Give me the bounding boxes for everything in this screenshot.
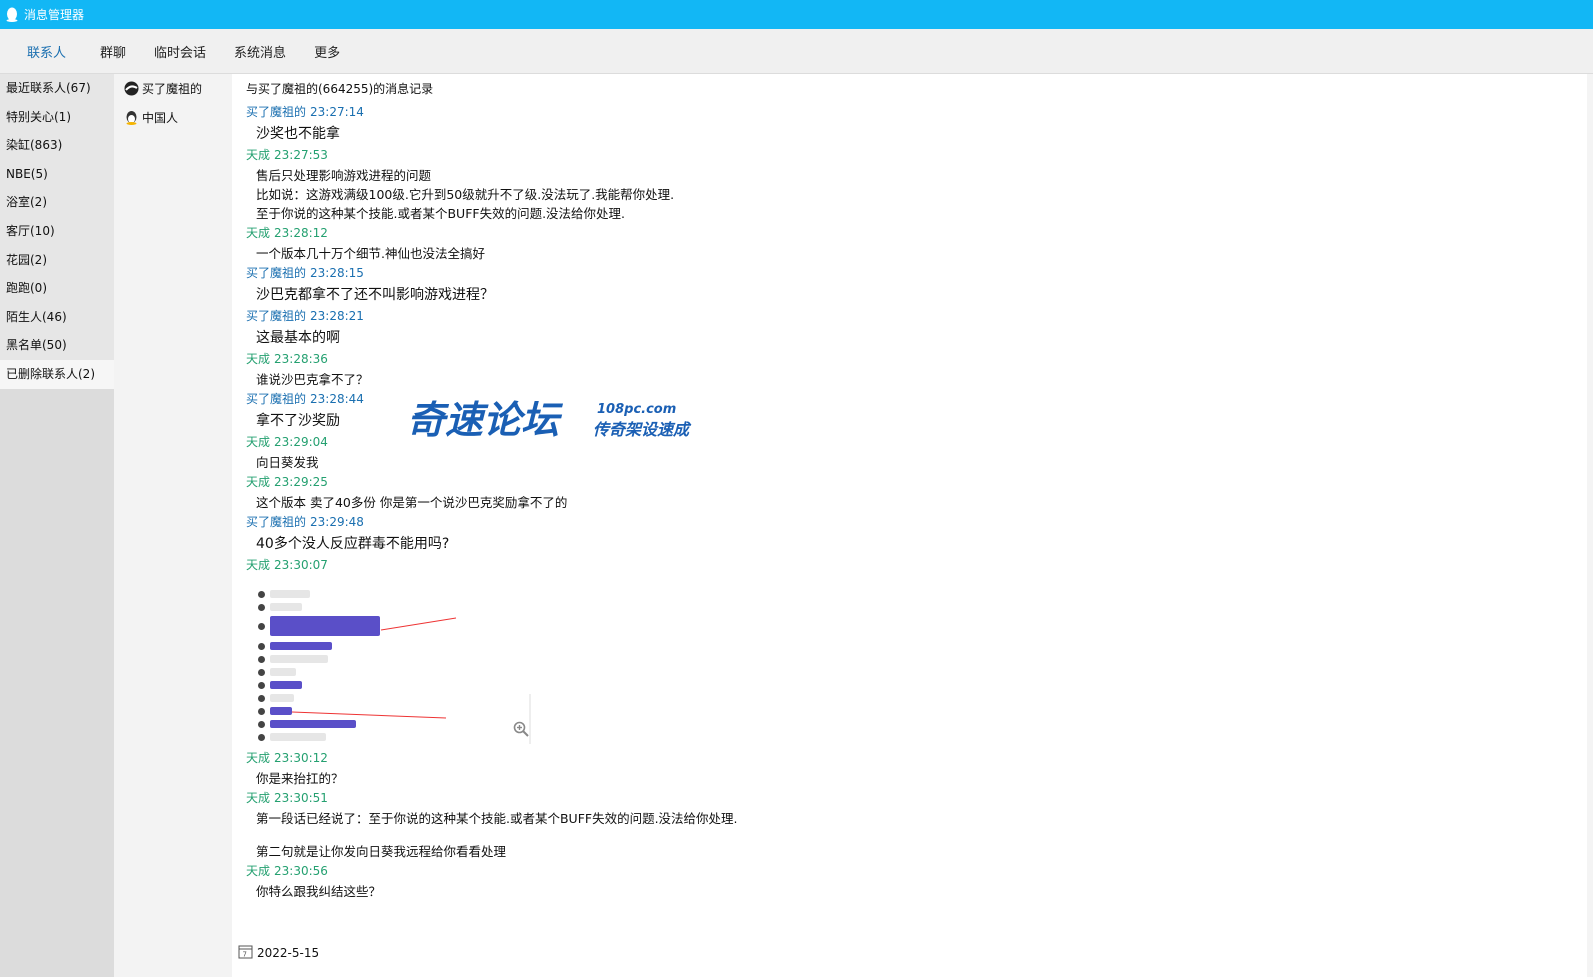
sidebar-group-item[interactable]: 陌生人(46) <box>0 302 114 332</box>
message-sender-line: 天成 23:29:25 <box>246 472 1566 493</box>
tab-0[interactable]: 联系人 <box>25 42 68 61</box>
message-text: 至于你说的这种某个技能.或者某个BUFF失效的问题.没法给你处理. <box>256 206 626 221</box>
tab-1[interactable]: 群聊 <box>98 42 128 61</box>
message-text: 第二句就是让你发向日葵我远程给你看看处理 <box>256 844 507 859</box>
message-sender-line: 买了魔祖的 23:28:21 <box>246 306 1566 327</box>
tab-bar: 联系人 群聊 临时会话 系统消息 更多 <box>0 29 1593 74</box>
svg-text:7: 7 <box>243 951 247 959</box>
window-title: 消息管理器 <box>24 8 85 22</box>
tab-4[interactable]: 更多 <box>312 42 342 61</box>
watermark-brand: 奇速论坛 <box>407 398 564 442</box>
message-time: 23:28:36 <box>274 352 328 366</box>
red-annotation-lines <box>291 617 531 744</box>
date-bar[interactable]: 7 2022-5-15 <box>238 944 319 962</box>
message-time: 23:29:48 <box>310 515 364 529</box>
tab-2[interactable]: 临时会话 <box>152 42 208 61</box>
sidebar-group-item[interactable]: 客厅(10) <box>0 216 114 246</box>
sidebar-group-item[interactable]: 浴室(2) <box>0 188 114 217</box>
sidebar-group-item[interactable]: NBE(5) <box>0 159 114 189</box>
avatar-icon <box>124 110 139 125</box>
message-time: 23:30:12 <box>274 751 328 765</box>
sender-name: 天成 <box>246 435 271 449</box>
clipped-previous-line <box>246 94 1566 102</box>
sender-name: 天成 <box>246 864 271 878</box>
message-text: 一个版本几十万个细节.神仙也没法全搞好 <box>256 246 485 261</box>
message-panel: 与买了魔祖的(664255)的消息记录 买了魔祖的 23:27:14 沙奖也不能拿天… <box>232 74 1593 977</box>
message-text: 你特么跟我纠结这些？ <box>256 884 382 899</box>
contact-item[interactable]: 中国人 <box>114 103 232 132</box>
sidebar-group-item[interactable]: 染缸(863) <box>0 131 114 160</box>
message-text: 这个版本 卖了40多份 你是第一个说沙巴克奖励拿不了的 <box>256 495 568 510</box>
sidebar-group-item[interactable]: 最近联系人(67) <box>0 74 114 103</box>
message-list[interactable]: 买了魔祖的 23:27:14 沙奖也不能拿 天成 23:27:53 售后只处理影响游戏进程… <box>246 94 1566 939</box>
message-sender-line: 天成 23:28:12 <box>246 223 1566 244</box>
calendar-icon[interactable]: 7 <box>238 944 253 962</box>
group-sidebar: 最近联系人(67) 特别关心(1) 染缸(863) NBE(5) 浴室(2) 客厅(10)… <box>0 74 114 977</box>
watermark-domain: 108pc.com <box>597 402 676 417</box>
vertical-scrollbar[interactable] <box>1587 74 1593 977</box>
sidebar-group-item[interactable]: 跑跑(0) <box>0 274 114 303</box>
message-text: 沙奖也不能拿 <box>256 126 340 142</box>
message-time: 23:29:04 <box>274 435 328 449</box>
message-time: 23:29:25 <box>274 475 328 489</box>
message-time: 23:28:15 <box>310 266 364 280</box>
sidebar-group-item[interactable]: 特别关心(1) <box>0 102 114 132</box>
message-text: 沙巴克都拿不了还不叫影响游戏进程？ <box>256 287 494 303</box>
message-text: 第一段话已经说了：至于你说的这种某个技能.或者某个BUFF失效的问题.没法给你处… <box>256 811 738 826</box>
sender-name: 买了魔祖的 <box>246 515 307 529</box>
sender-name: 天成 <box>246 475 271 489</box>
sender-name: 买了魔祖的 <box>246 309 307 323</box>
sender-name: 天成 <box>246 751 271 765</box>
avatar-icon <box>124 81 139 96</box>
sender-name: 买了魔祖的 <box>246 266 307 280</box>
sender-name: 天成 <box>246 352 271 366</box>
message-text: 谁说沙巴克拿不了？ <box>256 372 369 387</box>
message-sender-line: 买了魔祖的 23:29:48 <box>246 512 1566 533</box>
sender-name: 天成 <box>246 148 271 162</box>
message-text: 向日葵发我 <box>256 455 319 470</box>
message-text <box>246 828 1566 842</box>
message-sender-line: 天成 23:30:07 <box>246 555 1566 576</box>
message-time: 23:30:51 <box>274 791 328 805</box>
message-sender-line: 天成 23:28:36 <box>246 349 1566 370</box>
contact-name: 买了魔祖的 <box>142 82 203 96</box>
message-time: 23:28:44 <box>310 392 364 406</box>
sidebar-group-item[interactable]: 花园(2) <box>0 245 114 275</box>
message-sender-line: 买了魔祖的 23:27:14 <box>246 102 1566 123</box>
message-text: 40多个没人反应群毒不能用吗? <box>256 536 450 552</box>
contact-list: 买了魔祖的 中国人 <box>114 74 232 977</box>
message-text: 比如说：这游戏满级100级.它升到50级就升不了级.没法玩了.我能帮你处理. <box>256 187 675 202</box>
message-time: 23:30:07 <box>274 558 328 572</box>
message-time: 23:30:56 <box>274 864 328 878</box>
message-text: 这最基本的啊 <box>256 330 340 346</box>
message-sender-line: 天成 23:30:56 <box>246 861 1566 882</box>
contact-item[interactable]: 买了魔祖的 <box>114 74 232 103</box>
sidebar-group-item[interactable]: 已删除联系人(2) <box>0 359 114 389</box>
message-time: 23:27:53 <box>274 148 328 162</box>
sender-name: 买了魔祖的 <box>246 105 307 119</box>
contact-name: 中国人 <box>142 111 179 125</box>
message-text: 你是来抬扛的？ <box>256 771 344 786</box>
watermark-slogan: 传奇架设速成 <box>593 420 692 439</box>
message-time: 23:27:14 <box>310 105 364 119</box>
zoom-in-icon[interactable] <box>513 721 529 740</box>
message-time: 23:28:12 <box>274 226 328 240</box>
sender-name: 天成 <box>246 226 271 240</box>
message-text: 售后只处理影响游戏进程的问题 <box>256 168 432 183</box>
message-time: 23:28:21 <box>310 309 364 323</box>
sidebar-group-item[interactable]: 黑名单(50) <box>0 331 114 360</box>
forum-watermark: 奇速论坛 108pc.com 传奇架设速成 <box>407 393 707 448</box>
date-value: 2022-5-15 <box>257 946 320 960</box>
message-sender-line: 天成 23:30:12 <box>246 748 1566 769</box>
message-sender-line: 买了魔祖的 23:28:15 <box>246 263 1566 284</box>
chat-screenshot-image[interactable] <box>256 584 531 744</box>
sender-name: 买了魔祖的 <box>246 392 307 406</box>
title-bar: 消息管理器 <box>0 0 1593 29</box>
qq-penguin-icon <box>4 6 20 24</box>
tab-3[interactable]: 系统消息 <box>232 42 288 61</box>
sender-name: 天成 <box>246 558 271 572</box>
message-sender-line: 天成 23:27:53 <box>246 145 1566 166</box>
message-sender-line: 天成 23:30:51 <box>246 788 1566 809</box>
sender-name: 天成 <box>246 791 271 805</box>
